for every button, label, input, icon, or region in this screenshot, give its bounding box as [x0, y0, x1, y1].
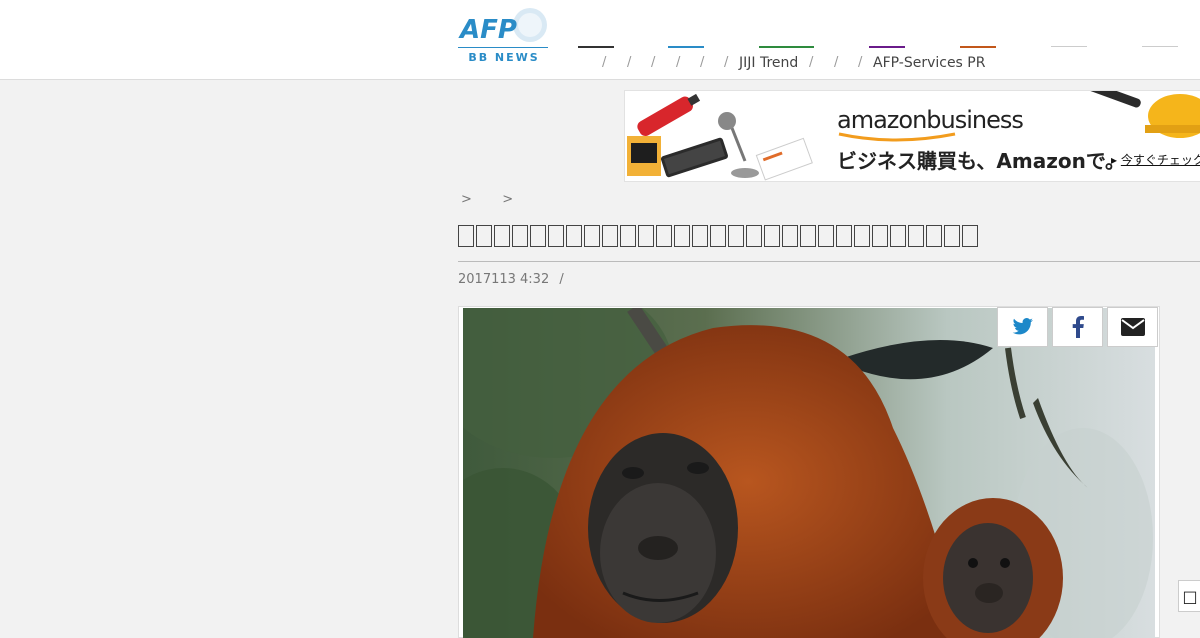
missing-glyph-box [494, 224, 510, 247]
nav-sep: / [809, 55, 814, 70]
article-date: 2017113 4:32 [458, 272, 550, 287]
missing-glyph-box [746, 224, 762, 247]
missing-glyph-box [872, 224, 888, 247]
share-facebook-button[interactable] [1052, 307, 1103, 347]
article-title [458, 220, 980, 250]
missing-glyph-box [962, 224, 978, 247]
missing-glyph-box [836, 224, 852, 247]
breadcrumb-sep: > [461, 192, 472, 207]
missing-glyph-box [512, 224, 528, 247]
logo-subtitle: BB NEWS [468, 51, 540, 64]
nav-sep: / [700, 55, 705, 70]
article-title-glyphs [458, 220, 980, 250]
missing-glyph-box [638, 224, 654, 247]
nav-sep: / [834, 55, 839, 70]
article-photo[interactable] [463, 308, 1155, 638]
nav-sep: / [651, 55, 656, 70]
orangutan-photo [463, 308, 1155, 638]
nav-bar-4 [869, 46, 905, 48]
missing-glyph-box [620, 224, 636, 247]
ad-cta[interactable]: ▸ 今すぐチェック [1111, 151, 1200, 168]
missing-glyph-box [800, 224, 816, 247]
article-meta: 2017113 4:32 / [458, 272, 564, 287]
missing-glyph-box [656, 224, 672, 247]
nav-sep: / [676, 55, 681, 70]
envelope-icon [1120, 318, 1145, 336]
missing-glyph-box [782, 224, 798, 247]
missing-glyph-box [458, 224, 474, 247]
ad-tagline: ビジネス購買も、Amazonで。 [837, 149, 1126, 173]
article-photo-frame [458, 306, 1160, 638]
missing-glyph-box [566, 224, 582, 247]
missing-glyph-box [584, 224, 600, 247]
missing-glyph-box [530, 224, 546, 247]
side-widget-glyph: □ [1182, 586, 1198, 606]
breadcrumb: > > [461, 192, 513, 207]
title-divider [458, 261, 1200, 262]
nav-link-jiji-trend[interactable]: JIJI Trend [739, 55, 798, 71]
logo-text: AFP [458, 15, 517, 45]
missing-glyph-box [602, 224, 618, 247]
missing-glyph-box [764, 224, 780, 247]
ad-cta-arrow-icon: ▸ [1111, 153, 1121, 167]
missing-glyph-box [710, 224, 726, 247]
nav-bar-7 [1142, 46, 1178, 47]
nav-sep: / [858, 55, 863, 70]
nav-bar-3 [759, 46, 814, 48]
missing-glyph-box [944, 224, 960, 247]
missing-glyph-box [692, 224, 708, 247]
share-twitter-button[interactable] [997, 307, 1048, 347]
article-date-sep: / [559, 272, 564, 287]
missing-glyph-box [728, 224, 744, 247]
missing-glyph-box [908, 224, 924, 247]
missing-glyph-box [476, 224, 492, 247]
nav-sep: / [724, 55, 729, 70]
nav-bar-5 [960, 46, 996, 48]
nav-bar-6 [1051, 46, 1087, 47]
ad-banner[interactable]: amazonbusiness ビジネス購買も、Amazonで。 ▸ 今すぐチェッ… [624, 90, 1200, 182]
missing-glyph-box [926, 224, 942, 247]
ad-cta-label: 今すぐチェック [1120, 153, 1200, 167]
nav-bar-1 [578, 46, 614, 48]
missing-glyph-box [818, 224, 834, 247]
missing-glyph-box [854, 224, 870, 247]
missing-glyph-box [890, 224, 906, 247]
nav-sep: / [627, 55, 632, 70]
nav-sep: / [602, 55, 607, 70]
share-email-button[interactable] [1107, 307, 1158, 347]
nav-bar-2 [668, 46, 704, 48]
facebook-icon [1072, 316, 1084, 338]
missing-glyph-box [548, 224, 564, 247]
twitter-icon [1012, 318, 1033, 335]
breadcrumb-sep: > [502, 192, 514, 207]
site-header: AFP BB NEWS / / / / / / JIJI Trend / / /… [0, 0, 1200, 80]
logo-underline [458, 47, 548, 48]
ad-brand: amazonbusiness [837, 106, 1024, 134]
missing-glyph-box [674, 224, 690, 247]
side-floating-widget[interactable]: □ [1178, 580, 1200, 612]
nav-link-afp-services[interactable]: AFP-Services PR [873, 55, 985, 71]
